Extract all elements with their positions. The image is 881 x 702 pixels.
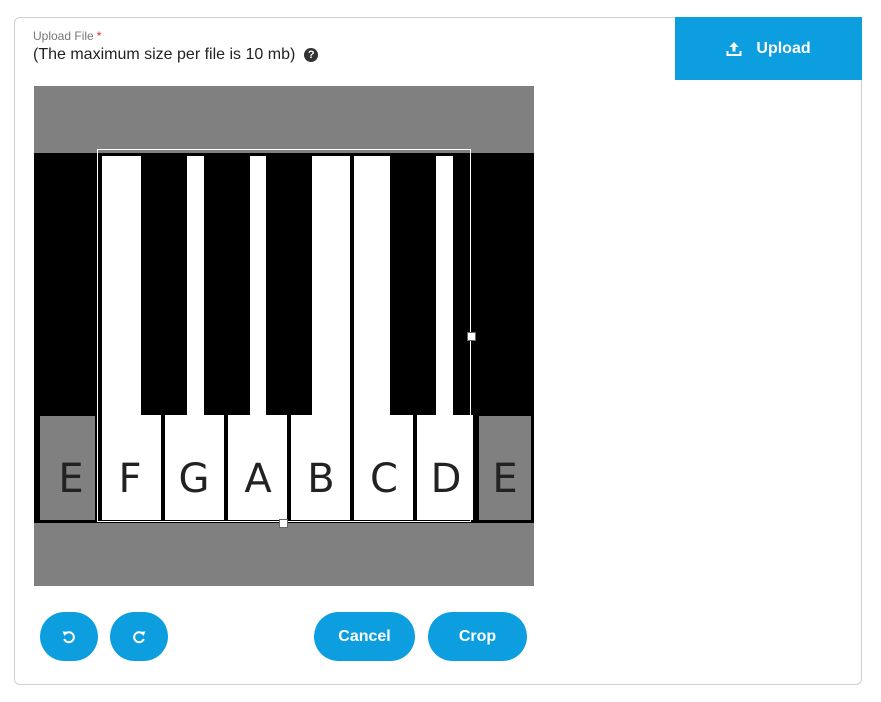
max-size-hint: (The maximum size per file is 10 mb) ? xyxy=(33,46,319,64)
crop-resize-handle-bottom[interactable] xyxy=(279,519,288,528)
crop-button[interactable]: Crop xyxy=(428,612,527,661)
max-size-hint-text: (The maximum size per file is 10 mb) xyxy=(33,46,296,63)
key-label: E xyxy=(58,456,83,502)
crop-selection-box[interactable] xyxy=(97,149,471,522)
upload-button[interactable]: Upload xyxy=(675,17,862,80)
image-crop-area[interactable]: E F G A B C D E xyxy=(34,86,534,586)
rotate-left-button[interactable] xyxy=(40,612,98,661)
upload-icon xyxy=(726,41,742,56)
key-label: E xyxy=(492,456,517,502)
rotate-right-button[interactable] xyxy=(110,612,168,661)
upload-button-label: Upload xyxy=(756,39,811,57)
upload-file-label: Upload File * xyxy=(33,29,101,43)
crop-resize-handle-right[interactable] xyxy=(467,332,476,341)
rotate-left-icon xyxy=(62,630,75,643)
required-mark: * xyxy=(96,29,102,43)
help-icon[interactable]: ? xyxy=(304,48,319,62)
rotate-right-icon xyxy=(133,630,146,643)
cancel-button[interactable]: Cancel xyxy=(314,612,415,661)
upload-file-label-text: Upload File xyxy=(33,29,94,43)
